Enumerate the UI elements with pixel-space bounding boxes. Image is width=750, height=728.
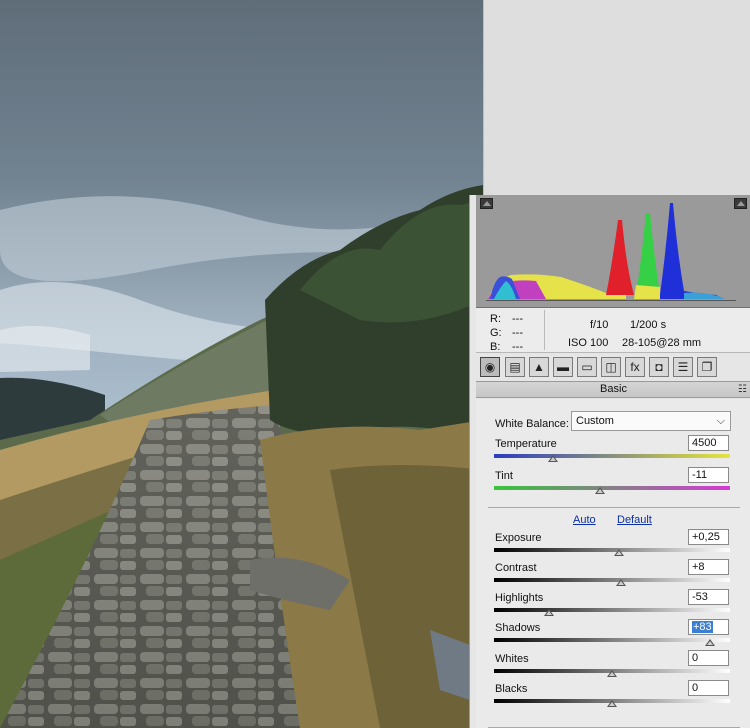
rgb-readout: R: --- G: --- B: --- f/10 1/200 s ISO 100 28-… <box>476 308 750 353</box>
basic-aperture-icon[interactable]: ◉ <box>480 357 500 377</box>
panel-header: Basic ☷ <box>476 381 750 398</box>
r-label: R: <box>490 313 501 325</box>
basic-controls: White Balance: Custom ⌵ Temperature 4500 T… <box>476 399 750 728</box>
panel-title: Basic <box>600 383 627 395</box>
presets-icon[interactable]: ☰ <box>673 357 693 377</box>
tint-value-field[interactable]: -11 <box>688 467 729 483</box>
shadows-slider-thumb[interactable] <box>704 639 715 646</box>
detail-icon[interactable]: ▲ <box>529 357 549 377</box>
tint-slider-track[interactable] <box>494 486 730 490</box>
exposure-value-field[interactable]: +0,25 <box>688 529 729 545</box>
temperature-slider-track[interactable] <box>494 454 730 458</box>
shadows-value-text: +83 <box>692 621 713 633</box>
b-value: --- <box>512 341 523 353</box>
exposure-slider-track[interactable] <box>494 548 730 552</box>
hsl-icon[interactable]: ▬ <box>553 357 573 377</box>
adjustment-panel: R: --- G: --- B: --- f/10 1/200 s ISO 100 28-… <box>469 195 750 728</box>
highlights-value-field[interactable]: -53 <box>688 589 729 605</box>
section-divider <box>488 507 740 508</box>
b-label: B: <box>490 341 501 353</box>
panel-tabs: ◉ ▤ ▲ ▬ ▭ ◫ fx ◘ ☰ ❐ <box>476 355 750 380</box>
r-value: --- <box>512 313 523 325</box>
temperature-value-field[interactable]: 4500 <box>688 435 729 451</box>
lens-value: 28-105@28 mm <box>622 337 702 349</box>
highlights-label: Highlights <box>495 592 544 604</box>
white-balance-value: Custom <box>576 415 614 427</box>
shadow-clipping-warning-icon[interactable] <box>480 198 493 209</box>
shadows-label: Shadows <box>495 622 541 634</box>
panel-menu-icon[interactable]: ☷ <box>738 382 747 397</box>
white-balance-label: White Balance: <box>495 418 569 430</box>
lens-corrections-icon[interactable]: ◫ <box>601 357 621 377</box>
aperture-value: f/10 <box>590 319 609 331</box>
histogram-graph <box>486 203 736 301</box>
highlight-clipping-warning-icon[interactable] <box>734 198 747 209</box>
photo-preview <box>0 0 483 728</box>
contrast-slider-thumb[interactable] <box>616 579 627 586</box>
shutter-value: 1/200 s <box>630 319 667 331</box>
empty-canvas-area <box>483 0 750 196</box>
temperature-slider-thumb[interactable] <box>548 455 558 462</box>
whites-slider-thumb[interactable] <box>607 670 617 677</box>
auto-link[interactable]: Auto <box>573 514 596 526</box>
camera-calibration-icon[interactable]: ◘ <box>649 357 669 377</box>
split-toning-icon[interactable]: ▭ <box>577 357 597 377</box>
contrast-value-field[interactable]: +8 <box>688 559 729 575</box>
default-link[interactable]: Default <box>617 514 652 526</box>
g-label: G: <box>490 327 502 339</box>
camera-raw-window: R: --- G: --- B: --- f/10 1/200 s ISO 100 28-… <box>0 0 750 728</box>
effects-icon[interactable]: fx <box>625 357 645 377</box>
shadows-slider-track[interactable] <box>494 638 730 642</box>
readout-divider <box>544 310 545 350</box>
contrast-label: Contrast <box>495 562 537 574</box>
exposure-slider-thumb[interactable] <box>614 549 625 556</box>
white-balance-select[interactable]: Custom ⌵ <box>571 411 731 431</box>
whites-label: Whites <box>495 653 529 665</box>
blacks-value-field[interactable]: 0 <box>688 680 729 696</box>
shadows-value-field[interactable]: +83 <box>688 619 729 635</box>
snapshots-icon[interactable]: ❐ <box>697 357 717 377</box>
contrast-slider-track[interactable] <box>494 578 730 582</box>
tint-slider-thumb[interactable] <box>595 487 606 494</box>
blacks-slider-thumb[interactable] <box>607 700 617 707</box>
whites-value-field[interactable]: 0 <box>688 650 729 666</box>
chevron-down-icon: ⌵ <box>716 415 725 427</box>
tint-label: Tint <box>495 470 513 482</box>
g-value: --- <box>512 327 523 339</box>
highlights-slider-track[interactable] <box>494 608 730 612</box>
blacks-label: Blacks <box>495 683 528 695</box>
highlights-slider-thumb[interactable] <box>544 609 555 616</box>
iso-value: ISO 100 <box>568 337 609 349</box>
exposure-label: Exposure <box>495 532 542 544</box>
temperature-label: Temperature <box>495 438 557 450</box>
tone-curve-icon[interactable]: ▤ <box>505 357 525 377</box>
histogram <box>476 195 750 308</box>
